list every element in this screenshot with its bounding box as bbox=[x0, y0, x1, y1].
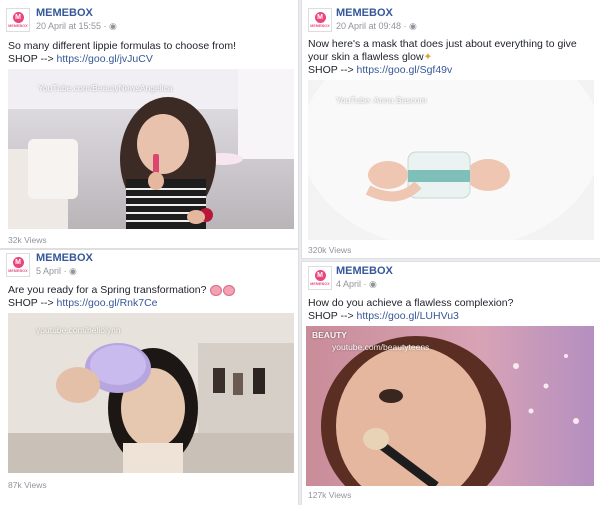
page-name[interactable]: MEMEBOX bbox=[336, 265, 393, 277]
post-text: Now here's a mask that does just about e… bbox=[308, 38, 577, 76]
post-card: M MEMEBOX MEMEBOX 20 April at 09:48 · ◉ … bbox=[302, 0, 600, 258]
globe-icon: ◉ bbox=[69, 266, 77, 276]
video-player[interactable]: YouTube: Anna Bascom bbox=[308, 80, 594, 240]
post-date[interactable]: 20 April at 09:48 · bbox=[336, 21, 409, 31]
memebox-logo-icon: M bbox=[314, 12, 326, 23]
view-count: 87k Views bbox=[8, 480, 47, 490]
globe-icon: ◉ bbox=[369, 279, 377, 289]
video-player[interactable]: YouTube.com/BeautyNewsAngelica bbox=[8, 69, 294, 229]
post-date[interactable]: 20 April at 15:55 · bbox=[36, 21, 109, 31]
shop-link[interactable]: https://goo.gl/Rnk7Ce bbox=[57, 297, 158, 309]
video-watermark: youtube.com/hellolynn bbox=[36, 325, 121, 335]
post-text: So many different lippie formulas to cho… bbox=[8, 40, 237, 65]
page-avatar[interactable]: M MEMEBOX bbox=[6, 253, 30, 277]
view-count: 320k Views bbox=[308, 245, 352, 255]
page-avatar[interactable]: M MEMEBOX bbox=[6, 8, 30, 32]
view-count: 32k Views bbox=[8, 235, 47, 245]
sparkle-emoji-icon: ✦ bbox=[423, 51, 433, 63]
globe-icon: ◉ bbox=[109, 21, 117, 31]
post-date[interactable]: 4 April · bbox=[336, 279, 369, 289]
video-thumbnail bbox=[8, 313, 294, 473]
view-count: 127k Views bbox=[308, 490, 352, 500]
memebox-logo-icon: M bbox=[12, 12, 24, 23]
page-name[interactable]: MEMEBOX bbox=[36, 252, 93, 264]
post-text: Are you ready for a Spring transformatio… bbox=[8, 284, 293, 310]
page-avatar[interactable]: M MEMEBOX bbox=[308, 266, 332, 290]
post-text: How do you achieve a flawless complexion… bbox=[308, 297, 514, 322]
brand-overlay: BEAUTY bbox=[312, 330, 347, 340]
page-avatar[interactable]: M MEMEBOX bbox=[308, 8, 332, 32]
memebox-logo-icon: M bbox=[314, 270, 326, 281]
shop-link[interactable]: https://goo.gl/LUHVu3 bbox=[357, 310, 459, 322]
video-player[interactable]: youtube.com/hellolynn bbox=[8, 313, 294, 473]
video-watermark: YouTube.com/BeautyNewsAngelica bbox=[38, 83, 173, 93]
page-name[interactable]: MEMEBOX bbox=[36, 7, 93, 19]
post-card: M MEMEBOX MEMEBOX 4 April · ◉ How do you… bbox=[302, 262, 600, 505]
video-watermark: youtube.com/beautyteens bbox=[332, 342, 430, 352]
post-card: M MEMEBOX MEMEBOX 20 April at 15:55 · ◉ … bbox=[0, 0, 298, 248]
shop-link[interactable]: https://goo.gl/jvJuCV bbox=[57, 53, 153, 65]
post-date[interactable]: 5 April · bbox=[36, 266, 69, 276]
shop-link[interactable]: https://goo.gl/Sgf49v bbox=[357, 64, 453, 76]
video-watermark: YouTube: Anna Bascom bbox=[336, 95, 427, 105]
post-card: M MEMEBOX MEMEBOX 5 April · ◉ Are you re… bbox=[0, 250, 298, 505]
page-name[interactable]: MEMEBOX bbox=[336, 7, 393, 19]
globe-icon: ◉ bbox=[409, 21, 417, 31]
flower-emoji-icon bbox=[210, 284, 223, 296]
video-thumbnail bbox=[8, 69, 294, 229]
video-player[interactable]: BEAUTY youtube.com/beautyteens bbox=[306, 326, 594, 486]
flower-emoji-icon bbox=[223, 284, 236, 296]
memebox-logo-icon: M bbox=[12, 257, 24, 268]
